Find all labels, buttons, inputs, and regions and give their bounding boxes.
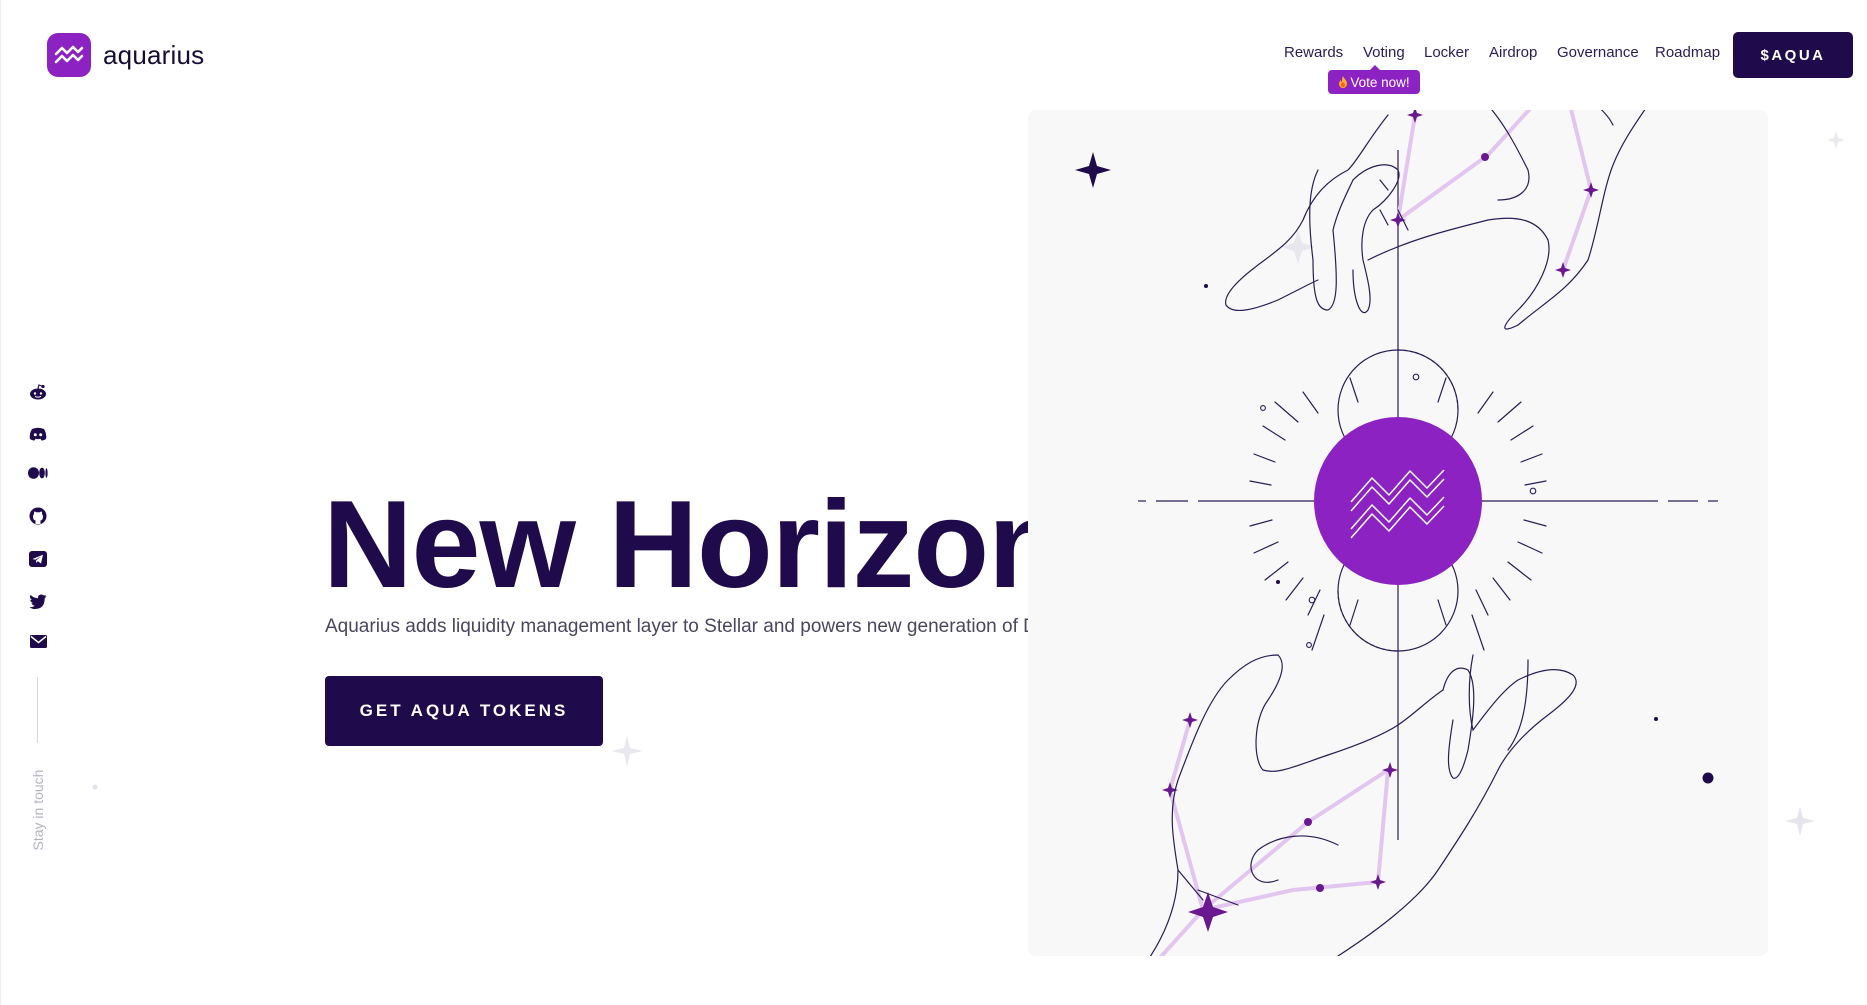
vote-now-badge[interactable]: Vote now!	[1328, 65, 1420, 94]
hero-subtitle: Aquarius adds liquidity management layer…	[325, 616, 1141, 637]
github-icon[interactable]	[27, 505, 49, 527]
nav-airdrop[interactable]: Airdrop	[1489, 44, 1537, 61]
nav-rewards[interactable]: Rewards	[1284, 44, 1343, 61]
badge-pointer	[1370, 65, 1380, 70]
mail-icon[interactable]	[27, 630, 49, 652]
zodiac-hands-illustration	[1075, 110, 1718, 956]
stay-in-touch-label: Stay in touch	[30, 769, 46, 851]
telegram-icon[interactable]	[27, 548, 49, 570]
twitter-icon[interactable]	[27, 590, 49, 612]
aqua-token-button[interactable]: $AQUA	[1733, 32, 1853, 78]
nav-locker[interactable]: Locker	[1424, 44, 1469, 61]
nav-governance[interactable]: Governance	[1557, 44, 1639, 61]
fire-icon	[1339, 76, 1348, 88]
nav-roadmap[interactable]: Roadmap	[1655, 44, 1720, 61]
nav-voting[interactable]: Voting	[1363, 44, 1405, 61]
page-left-border	[0, 0, 1, 1005]
vote-now-label: Vote now!	[1350, 74, 1410, 90]
hero-title: New Horizons	[323, 476, 1132, 614]
main-nav: Rewards Voting Locker Airdrop Governance…	[0, 44, 1867, 68]
discord-icon[interactable]	[27, 423, 49, 445]
medium-icon[interactable]	[27, 462, 49, 484]
stay-in-touch-divider	[37, 677, 38, 743]
reddit-icon[interactable]	[27, 381, 49, 403]
get-aqua-tokens-button[interactable]: GET AQUA TOKENS	[325, 676, 603, 746]
